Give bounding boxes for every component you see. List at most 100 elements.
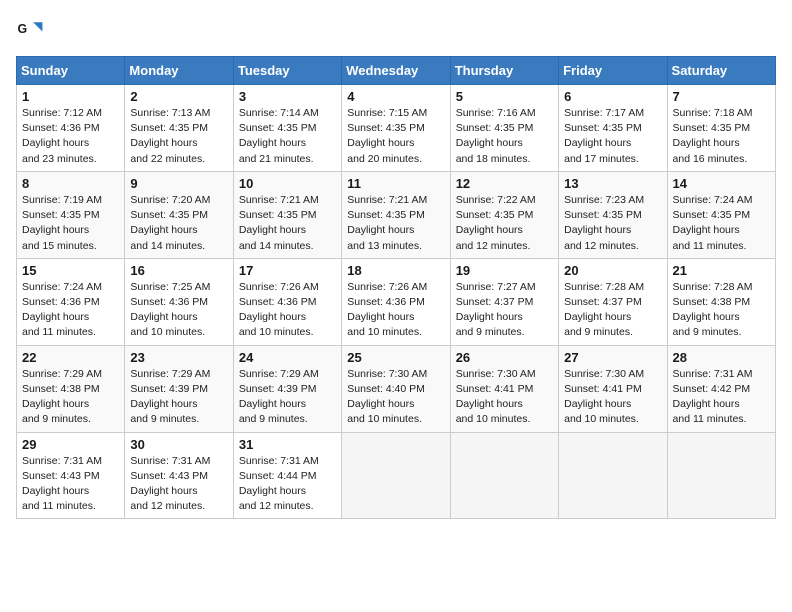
day-number: 7: [673, 89, 770, 104]
day-number: 19: [456, 263, 553, 278]
calendar-cell: 29 Sunrise: 7:31 AMSunset: 4:43 PMDayligh…: [17, 432, 125, 519]
calendar-week-4: 22 Sunrise: 7:29 AMSunset: 4:38 PMDayligh…: [17, 345, 776, 432]
calendar-table: SundayMondayTuesdayWednesdayThursdayFrid…: [16, 56, 776, 519]
day-number: 27: [564, 350, 661, 365]
calendar-cell: 8 Sunrise: 7:19 AMSunset: 4:35 PMDaylight…: [17, 171, 125, 258]
calendar-cell: 7 Sunrise: 7:18 AMSunset: 4:35 PMDaylight…: [667, 85, 775, 172]
calendar-cell: 9 Sunrise: 7:20 AMSunset: 4:35 PMDaylight…: [125, 171, 233, 258]
calendar-cell: 10 Sunrise: 7:21 AMSunset: 4:35 PMDayligh…: [233, 171, 341, 258]
calendar-cell: 19 Sunrise: 7:27 AMSunset: 4:37 PMDayligh…: [450, 258, 558, 345]
day-number: 9: [130, 176, 227, 191]
calendar-week-1: 1 Sunrise: 7:12 AMSunset: 4:36 PMDaylight…: [17, 85, 776, 172]
weekday-header-saturday: Saturday: [667, 57, 775, 85]
day-number: 8: [22, 176, 119, 191]
day-info: Sunrise: 7:29 AMSunset: 4:39 PMDaylight …: [130, 367, 227, 428]
weekday-header-sunday: Sunday: [17, 57, 125, 85]
day-number: 18: [347, 263, 444, 278]
day-info: Sunrise: 7:19 AMSunset: 4:35 PMDaylight …: [22, 193, 119, 254]
day-number: 6: [564, 89, 661, 104]
calendar-cell: 5Sunrise: 7:16 AMSunset: 4:35 PMDaylight…: [450, 85, 558, 172]
calendar-week-2: 8 Sunrise: 7:19 AMSunset: 4:35 PMDaylight…: [17, 171, 776, 258]
weekday-header-friday: Friday: [559, 57, 667, 85]
calendar-cell: 28 Sunrise: 7:31 AMSunset: 4:42 PMDayligh…: [667, 345, 775, 432]
day-info: Sunrise: 7:24 AMSunset: 4:36 PMDaylight …: [22, 280, 119, 341]
day-info: Sunrise: 7:21 AMSunset: 4:35 PMDaylight …: [347, 193, 444, 254]
calendar-cell: 3 Sunrise: 7:14 AMSunset: 4:35 PMDaylight…: [233, 85, 341, 172]
day-info: Sunrise: 7:31 AMSunset: 4:42 PMDaylight …: [673, 367, 770, 428]
day-info: Sunrise: 7:27 AMSunset: 4:37 PMDaylight …: [456, 280, 553, 341]
day-info: Sunrise: 7:30 AMSunset: 4:41 PMDaylight …: [564, 367, 661, 428]
day-info: Sunrise: 7:29 AMSunset: 4:38 PMDaylight …: [22, 367, 119, 428]
day-number: 26: [456, 350, 553, 365]
calendar-cell: 26 Sunrise: 7:30 AMSunset: 4:41 PMDayligh…: [450, 345, 558, 432]
day-info: Sunrise: 7:29 AMSunset: 4:39 PMDaylight …: [239, 367, 336, 428]
calendar-week-3: 15 Sunrise: 7:24 AMSunset: 4:36 PMDayligh…: [17, 258, 776, 345]
calendar-cell: 4Sunrise: 7:15 AMSunset: 4:35 PMDaylight…: [342, 85, 450, 172]
day-number: 15: [22, 263, 119, 278]
day-info: Sunrise: 7:14 AMSunset: 4:35 PMDaylight …: [239, 106, 336, 167]
day-number: 10: [239, 176, 336, 191]
day-number: 17: [239, 263, 336, 278]
day-info: Sunrise: 7:26 AMSunset: 4:36 PMDaylight …: [347, 280, 444, 341]
day-number: 30: [130, 437, 227, 452]
day-info: Sunrise: 7:24 AMSunset: 4:35 PMDaylight …: [673, 193, 770, 254]
svg-text:G: G: [18, 22, 28, 36]
calendar-cell: 2 Sunrise: 7:13 AMSunset: 4:35 PMDaylight…: [125, 85, 233, 172]
weekday-header-tuesday: Tuesday: [233, 57, 341, 85]
day-number: 4: [347, 89, 444, 104]
day-info: Sunrise: 7:25 AMSunset: 4:36 PMDaylight …: [130, 280, 227, 341]
weekday-header-row: SundayMondayTuesdayWednesdayThursdayFrid…: [17, 57, 776, 85]
day-info: Sunrise: 7:13 AMSunset: 4:35 PMDaylight …: [130, 106, 227, 167]
logo-icon: G: [16, 16, 44, 44]
weekday-header-monday: Monday: [125, 57, 233, 85]
calendar-cell: 6Sunrise: 7:17 AMSunset: 4:35 PMDaylight…: [559, 85, 667, 172]
day-number: 12: [456, 176, 553, 191]
day-info: Sunrise: 7:23 AMSunset: 4:35 PMDaylight …: [564, 193, 661, 254]
day-info: Sunrise: 7:20 AMSunset: 4:35 PMDaylight …: [130, 193, 227, 254]
day-info: Sunrise: 7:30 AMSunset: 4:41 PMDaylight …: [456, 367, 553, 428]
calendar-cell: 12 Sunrise: 7:22 AMSunset: 4:35 PMDayligh…: [450, 171, 558, 258]
day-info: Sunrise: 7:28 AMSunset: 4:37 PMDaylight …: [564, 280, 661, 341]
day-info: Sunrise: 7:31 AMSunset: 4:43 PMDaylight …: [130, 454, 227, 515]
day-info: Sunrise: 7:16 AMSunset: 4:35 PMDaylight …: [456, 106, 553, 167]
day-number: 1: [22, 89, 119, 104]
day-number: 21: [673, 263, 770, 278]
day-number: 28: [673, 350, 770, 365]
day-info: Sunrise: 7:21 AMSunset: 4:35 PMDaylight …: [239, 193, 336, 254]
calendar-cell: [450, 432, 558, 519]
calendar-cell: [667, 432, 775, 519]
day-info: Sunrise: 7:18 AMSunset: 4:35 PMDaylight …: [673, 106, 770, 167]
day-info: Sunrise: 7:31 AMSunset: 4:44 PMDaylight …: [239, 454, 336, 515]
calendar-cell: 23Sunrise: 7:29 AMSunset: 4:39 PMDayligh…: [125, 345, 233, 432]
day-number: 2: [130, 89, 227, 104]
day-number: 3: [239, 89, 336, 104]
day-info: Sunrise: 7:22 AMSunset: 4:35 PMDaylight …: [456, 193, 553, 254]
calendar-cell: 16 Sunrise: 7:25 AMSunset: 4:36 PMDayligh…: [125, 258, 233, 345]
day-number: 20: [564, 263, 661, 278]
calendar-cell: 13Sunrise: 7:23 AMSunset: 4:35 PMDayligh…: [559, 171, 667, 258]
day-number: 24: [239, 350, 336, 365]
calendar-cell: 24 Sunrise: 7:29 AMSunset: 4:39 PMDayligh…: [233, 345, 341, 432]
day-number: 29: [22, 437, 119, 452]
calendar-cell: 17Sunrise: 7:26 AMSunset: 4:36 PMDayligh…: [233, 258, 341, 345]
calendar-cell: 18 Sunrise: 7:26 AMSunset: 4:36 PMDayligh…: [342, 258, 450, 345]
calendar-cell: 21 Sunrise: 7:28 AMSunset: 4:38 PMDayligh…: [667, 258, 775, 345]
calendar-cell: 14Sunrise: 7:24 AMSunset: 4:35 PMDayligh…: [667, 171, 775, 258]
weekday-header-thursday: Thursday: [450, 57, 558, 85]
calendar-cell: 20 Sunrise: 7:28 AMSunset: 4:37 PMDayligh…: [559, 258, 667, 345]
calendar-cell: 11Sunrise: 7:21 AMSunset: 4:35 PMDayligh…: [342, 171, 450, 258]
calendar-cell: [559, 432, 667, 519]
calendar-cell: 25 Sunrise: 7:30 AMSunset: 4:40 PMDayligh…: [342, 345, 450, 432]
day-info: Sunrise: 7:28 AMSunset: 4:38 PMDaylight …: [673, 280, 770, 341]
calendar-cell: [342, 432, 450, 519]
calendar-cell: 31 Sunrise: 7:31 AMSunset: 4:44 PMDayligh…: [233, 432, 341, 519]
day-info: Sunrise: 7:30 AMSunset: 4:40 PMDaylight …: [347, 367, 444, 428]
logo: G: [16, 16, 48, 44]
day-info: Sunrise: 7:31 AMSunset: 4:43 PMDaylight …: [22, 454, 119, 515]
calendar-cell: 15 Sunrise: 7:24 AMSunset: 4:36 PMDayligh…: [17, 258, 125, 345]
day-number: 22: [22, 350, 119, 365]
day-number: 25: [347, 350, 444, 365]
day-info: Sunrise: 7:12 AMSunset: 4:36 PMDaylight …: [22, 106, 119, 167]
day-number: 31: [239, 437, 336, 452]
day-number: 16: [130, 263, 227, 278]
